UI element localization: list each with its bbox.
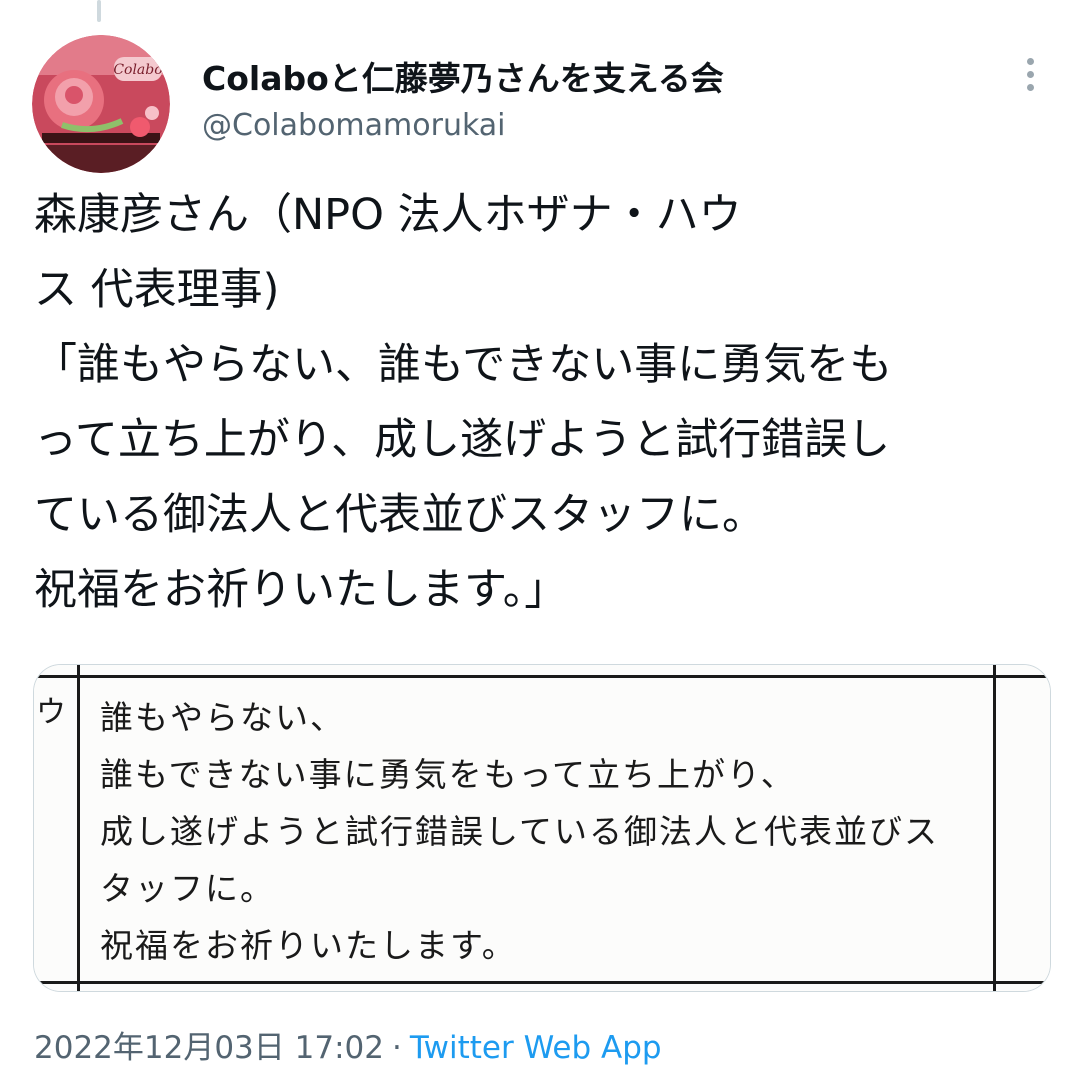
tweet-text-line: ている御法人と代表並びスタッフに。: [34, 490, 765, 540]
avatar-image: Colabo: [32, 35, 170, 173]
table-rule: [34, 675, 1050, 678]
avatar-logo-text: Colabo: [113, 62, 162, 78]
more-dot-icon: [1026, 70, 1034, 78]
table-rule: [77, 665, 80, 991]
document-text-line: 誰もできない事に勇気をもって立ち上がり、: [100, 755, 796, 794]
table-rule: [993, 665, 996, 991]
tweet-timestamp[interactable]: 2022年12月03日 17:02: [34, 1030, 384, 1066]
tweet-text-line: って立ち上がり、成し遂げようと試行錯誤し: [34, 415, 891, 465]
document-text-line: 誰もやらない、: [100, 698, 345, 737]
document-scan: ウ 誰もやらない、 誰もできない事に勇気をもって立ち上がり、 成し遂げようと試行…: [34, 665, 1050, 991]
tweet-metadata: 2022年12月03日 17:02 · Twitter Web App: [34, 1022, 662, 1067]
author-handle[interactable]: @Colabomamorukai: [202, 108, 506, 143]
thread-connector-line: [97, 0, 101, 22]
document-text-line: 成し遂げようと試行錯誤している御法人と代表並びス: [100, 812, 940, 851]
author-display-name[interactable]: Colaboと仁藤夢乃さんを支える会: [202, 52, 724, 100]
tweet-text-line: 「誰もやらない、誰もできない事に勇気をも: [34, 340, 893, 390]
document-text-line: タッフに。: [100, 869, 275, 908]
tweet-text-line: ス 代表理事): [34, 265, 280, 315]
avatar[interactable]: Colabo: [32, 35, 170, 173]
document-text-line: 祝福をお祈りいたします。: [100, 926, 517, 965]
tweet-text-line: 森康彦さん（NPO 法人ホザナ・ハウ: [34, 190, 742, 240]
meta-separator: ·: [391, 1030, 402, 1066]
document-text: 誰もやらない、 誰もできない事に勇気をもって立ち上がり、 成し遂げようと試行錯誤…: [100, 689, 939, 974]
table-rule: [34, 981, 1050, 984]
more-options-button[interactable]: [1010, 54, 1050, 94]
attached-image[interactable]: ウ 誰もやらない、 誰もできない事に勇気をもって立ち上がり、 成し遂げようと試行…: [33, 664, 1051, 992]
tweet-text: 森康彦さん（NPO 法人ホザナ・ハウ ス 代表理事) 「誰もやらない、誰もできな…: [34, 178, 1054, 628]
document-row-label: ウ: [36, 695, 66, 730]
tweet-detail: Colabo Colaboと仁藤夢乃さんを支える会 @Colabomamoruk…: [0, 0, 1080, 1085]
more-dot-icon: [1026, 57, 1034, 65]
more-dot-icon: [1026, 83, 1034, 91]
source-app-link[interactable]: Twitter Web App: [410, 1030, 662, 1066]
tweet-text-line: 祝福をお祈りいたします。」: [34, 565, 568, 615]
